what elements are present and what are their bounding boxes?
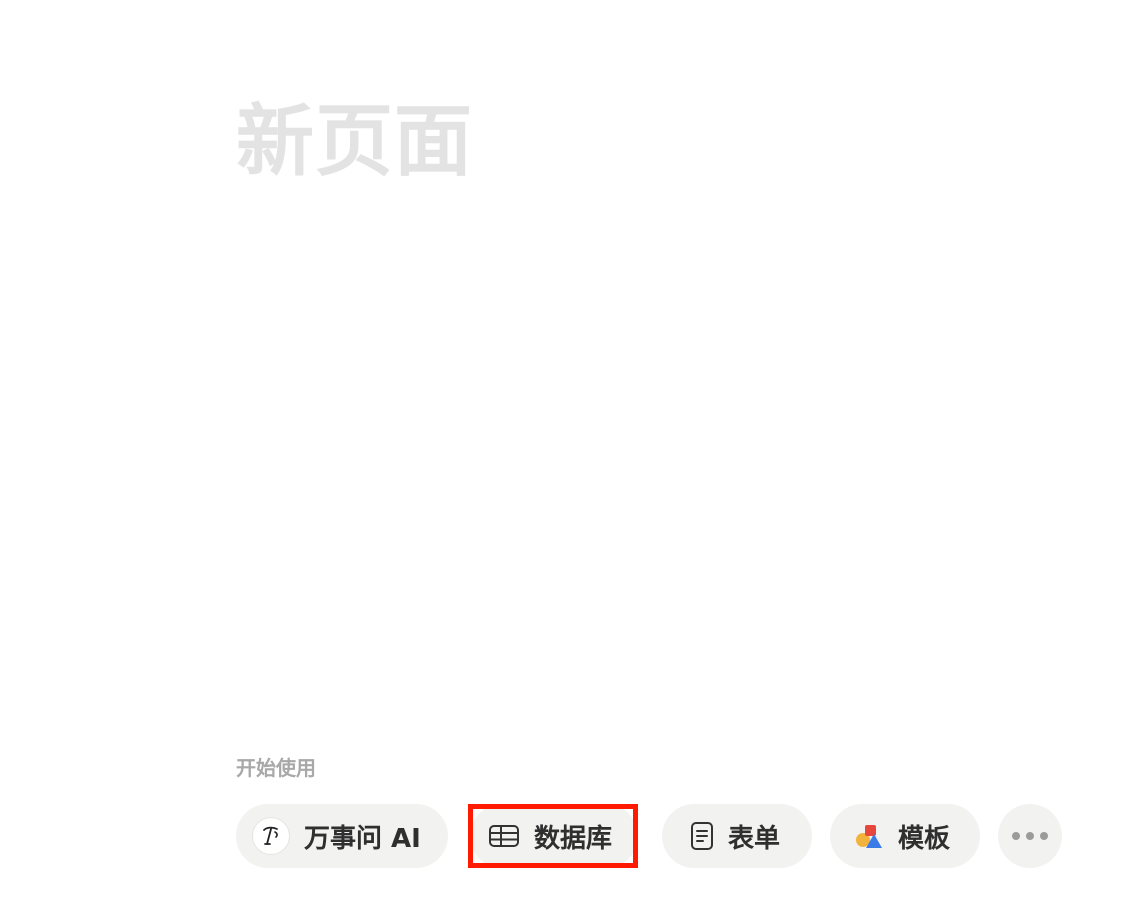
- form-document-icon: [690, 821, 714, 851]
- form-label: 表单: [728, 823, 781, 854]
- database-label: 数据库: [534, 823, 613, 854]
- page-title[interactable]: 新页面: [236, 99, 473, 186]
- database-button[interactable]: 数据库: [470, 804, 638, 868]
- templates-label: 模板: [898, 823, 951, 854]
- table-icon: [488, 823, 520, 849]
- more-options-button[interactable]: [998, 804, 1062, 868]
- more-dots-icon: [1012, 832, 1048, 840]
- get-started-label: 开始使用: [236, 756, 316, 780]
- new-page-canvas: 新页面 开始使用 万事问 AI 数据库 表单 模板: [0, 0, 1140, 914]
- ai-assistant-button[interactable]: 万事问 AI: [236, 804, 448, 868]
- templates-button[interactable]: 模板: [830, 804, 980, 868]
- ai-assistant-label: 万事问 AI: [304, 823, 421, 854]
- form-button[interactable]: 表单: [662, 804, 812, 868]
- ai-assistant-icon: [252, 817, 290, 855]
- shapes-icon: [854, 822, 884, 850]
